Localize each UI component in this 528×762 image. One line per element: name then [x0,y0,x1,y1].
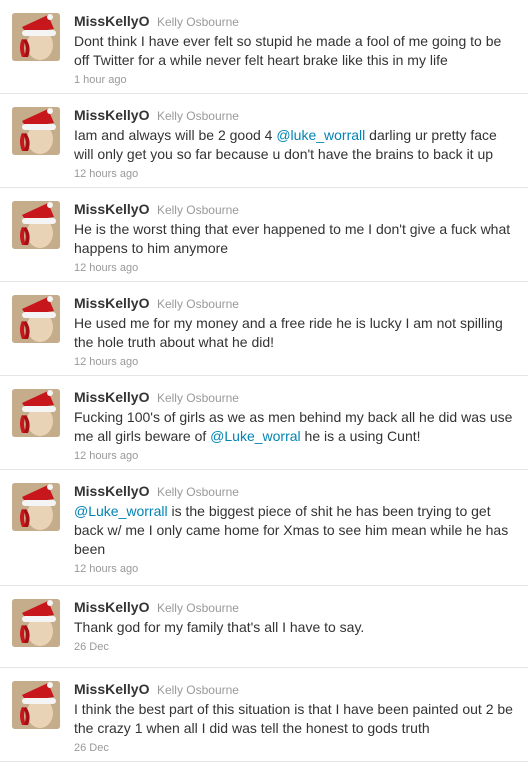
tweet: MissKellyO Kelly Osbourne He used me for… [0,282,528,376]
avatar[interactable] [12,295,60,343]
tweet: MissKellyO Kelly Osbourne @Luke_worrall … [0,470,528,586]
full-name: Kelly Osbourne [156,15,239,29]
tweet-text: He is the worst thing that ever happened… [74,221,511,256]
full-name: Kelly Osbourne [156,203,239,217]
screen-name-link[interactable]: MissKellyO [74,201,149,217]
full-name: Kelly Osbourne [156,601,239,615]
tweet-text: Iam and always will be 2 good 4 @luke_wo… [74,127,497,162]
timestamp-link[interactable]: 12 hours ago [74,449,138,464]
screen-name-link[interactable]: MissKellyO [74,107,149,123]
timestamp-link[interactable]: 12 hours ago [74,261,138,276]
tweet-text: Thank god for my family that's all I hav… [74,619,365,635]
timestamp-link[interactable]: 1 hour ago [74,73,127,88]
tweet: MissKellyO Kelly Osbourne Iam and always… [0,94,528,188]
full-name: Kelly Osbourne [156,683,239,697]
timestamp-link[interactable]: 26 Dec [74,741,109,756]
avatar[interactable] [12,483,60,531]
screen-name-link[interactable]: MissKellyO [74,483,149,499]
screen-name-link[interactable]: MissKellyO [74,681,149,697]
timestamp-link[interactable]: 12 hours ago [74,355,138,370]
timestamp-link[interactable]: 26 Dec [74,640,109,655]
tweet-text: He used me for my money and a free ride … [74,315,503,350]
tweet-text: I think the best part of this situation … [74,701,513,736]
mention-link[interactable]: @luke_worrall [276,127,365,143]
full-name: Kelly Osbourne [156,391,239,405]
tweet: MissKellyO Kelly Osbourne Fucking 100's … [0,376,528,470]
avatar[interactable] [12,599,60,647]
avatar[interactable] [12,107,60,155]
full-name: Kelly Osbourne [156,109,239,123]
screen-name-link[interactable]: MissKellyO [74,599,149,615]
screen-name-link[interactable]: MissKellyO [74,13,149,29]
tweet: MissKellyO Kelly Osbourne I think the be… [0,668,528,762]
screen-name-link[interactable]: MissKellyO [74,295,149,311]
full-name: Kelly Osbourne [156,297,239,311]
mention-link[interactable]: @Luke_worral [210,428,300,444]
avatar[interactable] [12,681,60,729]
tweet: MissKellyO Kelly Osbourne He is the wors… [0,188,528,282]
avatar[interactable] [12,389,60,437]
tweet: MissKellyO Kelly Osbourne Thank god for … [0,586,528,668]
screen-name-link[interactable]: MissKellyO [74,389,149,405]
timestamp-link[interactable]: 12 hours ago [74,562,138,577]
tweet: MissKellyO Kelly Osbourne Dont think I h… [0,0,528,94]
avatar[interactable] [12,13,60,61]
tweet-text: Dont think I have ever felt so stupid he… [74,33,502,68]
tweet-text: @Luke_worrall is the biggest piece of sh… [74,503,509,557]
avatar[interactable] [12,201,60,249]
full-name: Kelly Osbourne [156,485,239,499]
timestamp-link[interactable]: 12 hours ago [74,167,138,182]
mention-link[interactable]: @Luke_worrall [74,503,168,519]
tweet-text: Fucking 100's of girls as we as men behi… [74,409,513,444]
